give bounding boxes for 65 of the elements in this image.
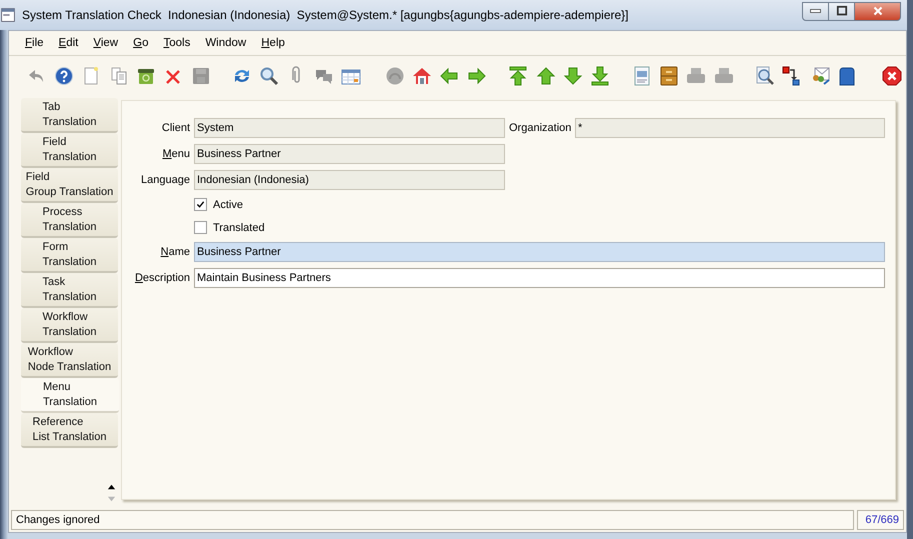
input-field[interactable]: Business Partner [194,242,885,262]
maximize-icon [834,4,848,18]
input-field[interactable]: Maintain Business Partners [194,268,885,288]
minimize-button[interactable] [802,2,829,20]
menu-item[interactable]: Edit [52,35,84,51]
tab[interactable]: Field Group Translation [21,168,118,203]
field-label: Language [140,174,190,186]
trash-icon [136,66,156,86]
tab[interactable]: Task Translation [21,273,118,308]
check-icon [196,200,205,209]
tab[interactable]: Form Translation [21,238,118,273]
input-field[interactable]: * [575,118,885,138]
window-title: System Translation Check Indonesian (Indonesia) System@System.* [agungbs{agungbs-adempiere-adempiere}] [22,8,630,22]
tab[interactable]: Menu Translation [21,378,119,413]
field-label: Client [160,122,190,134]
transfer-icon [782,66,802,86]
save-icon [190,66,211,86]
up-arrow-icon [536,66,556,86]
menu-item[interactable]: Window [199,35,252,51]
close-button[interactable] [855,2,901,20]
box-icon [836,66,857,86]
checkbox-label: Translated [213,222,265,234]
tab[interactable]: Field Translation [21,133,118,168]
copy-icon [108,66,129,86]
field-label: Name [160,246,190,258]
record-count: 67/669 [857,510,904,530]
tab[interactable]: Reference List Translation [21,413,118,448]
circle-icon [384,66,405,86]
help-icon [54,66,74,86]
tab[interactable]: Workflow Node Translation [21,343,118,378]
input-field[interactable]: Indonesian (Indonesia) [194,170,505,190]
menu-item[interactable]: Go [127,35,154,51]
checkbox[interactable] [194,198,207,211]
first-record-icon [508,66,528,86]
input-field[interactable]: System [194,118,505,138]
menu-item[interactable]: View [87,35,124,51]
cabinet-icon [658,66,679,86]
field-label: Menu [161,148,190,160]
checkbox-label: Active [213,198,243,210]
menu-item[interactable]: File [19,35,50,51]
report-icon [632,66,652,86]
status-message: Changes ignored [11,510,854,530]
menu-item[interactable]: Tools [157,35,196,51]
left-arrow-icon [439,66,460,86]
zoom-icon [754,66,775,86]
right-arrow-icon [466,66,487,86]
checkbox[interactable] [194,221,207,234]
maximize-button[interactable] [829,2,855,20]
print-icon [714,66,734,86]
tab[interactable]: Tab Translation [21,98,118,133]
search-icon [259,66,280,86]
print-preview-icon [686,66,706,86]
tab[interactable]: Workflow Translation [21,308,118,343]
field-label: Organization [509,122,571,134]
tab[interactable]: Process Translation [21,203,118,238]
last-record-icon [590,66,610,86]
app-icon [0,7,16,23]
menu-item[interactable]: Help [255,35,291,51]
input-field[interactable]: Business Partner [194,144,505,164]
field-label: Description [134,272,190,284]
home-icon [412,66,432,86]
scroll-up-icon[interactable] [106,482,117,491]
minimize-icon [810,9,821,13]
down-arrow-icon [562,66,583,86]
exit-icon [882,66,902,86]
